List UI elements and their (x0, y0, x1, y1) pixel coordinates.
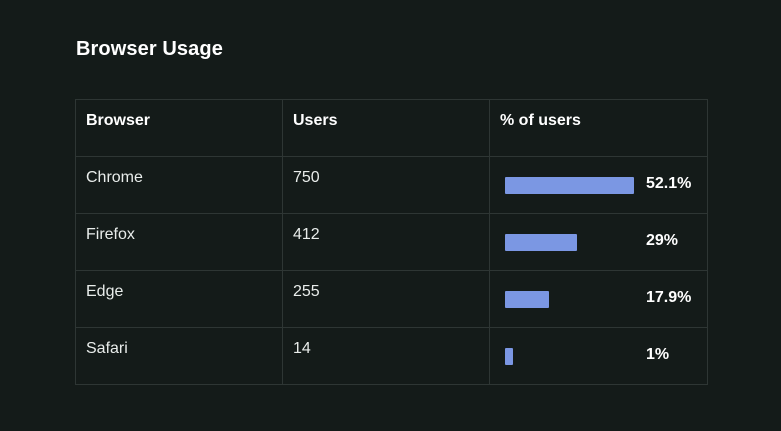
column-header-users: Users (282, 99, 490, 157)
table-row: Chrome 750 52.1% (75, 156, 708, 214)
user-count: 412 (282, 213, 490, 271)
table-row: Edge 255 17.9% (75, 270, 708, 328)
percent-bar (505, 234, 577, 251)
percent-cell: 52.1% (489, 156, 708, 214)
percent-bar (505, 291, 549, 308)
percent-cell: 29% (489, 213, 708, 271)
user-count: 14 (282, 327, 490, 385)
browser-name: Firefox (75, 213, 283, 271)
percent-bar (505, 348, 513, 365)
browser-name: Chrome (75, 156, 283, 214)
browser-name: Safari (75, 327, 283, 385)
page-title: Browser Usage (76, 38, 223, 60)
browser-name: Edge (75, 270, 283, 328)
percent-label: 29% (646, 232, 679, 249)
table-row: Firefox 412 29% (75, 213, 708, 271)
percent-bar (505, 177, 634, 194)
browser-usage-table: Browser Users % of users Chrome 750 52.1… (75, 99, 708, 385)
table-header-row: Browser Users % of users (75, 99, 708, 157)
column-header-browser: Browser (75, 99, 283, 157)
table-row: Safari 14 1% (75, 327, 708, 385)
percent-label: 52.1% (646, 175, 692, 192)
percent-cell: 17.9% (489, 270, 708, 328)
percent-cell: 1% (489, 327, 708, 385)
percent-label: 17.9% (646, 289, 692, 306)
user-count: 750 (282, 156, 490, 214)
column-header-percent: % of users (489, 99, 708, 157)
percent-label: 1% (646, 346, 670, 363)
user-count: 255 (282, 270, 490, 328)
